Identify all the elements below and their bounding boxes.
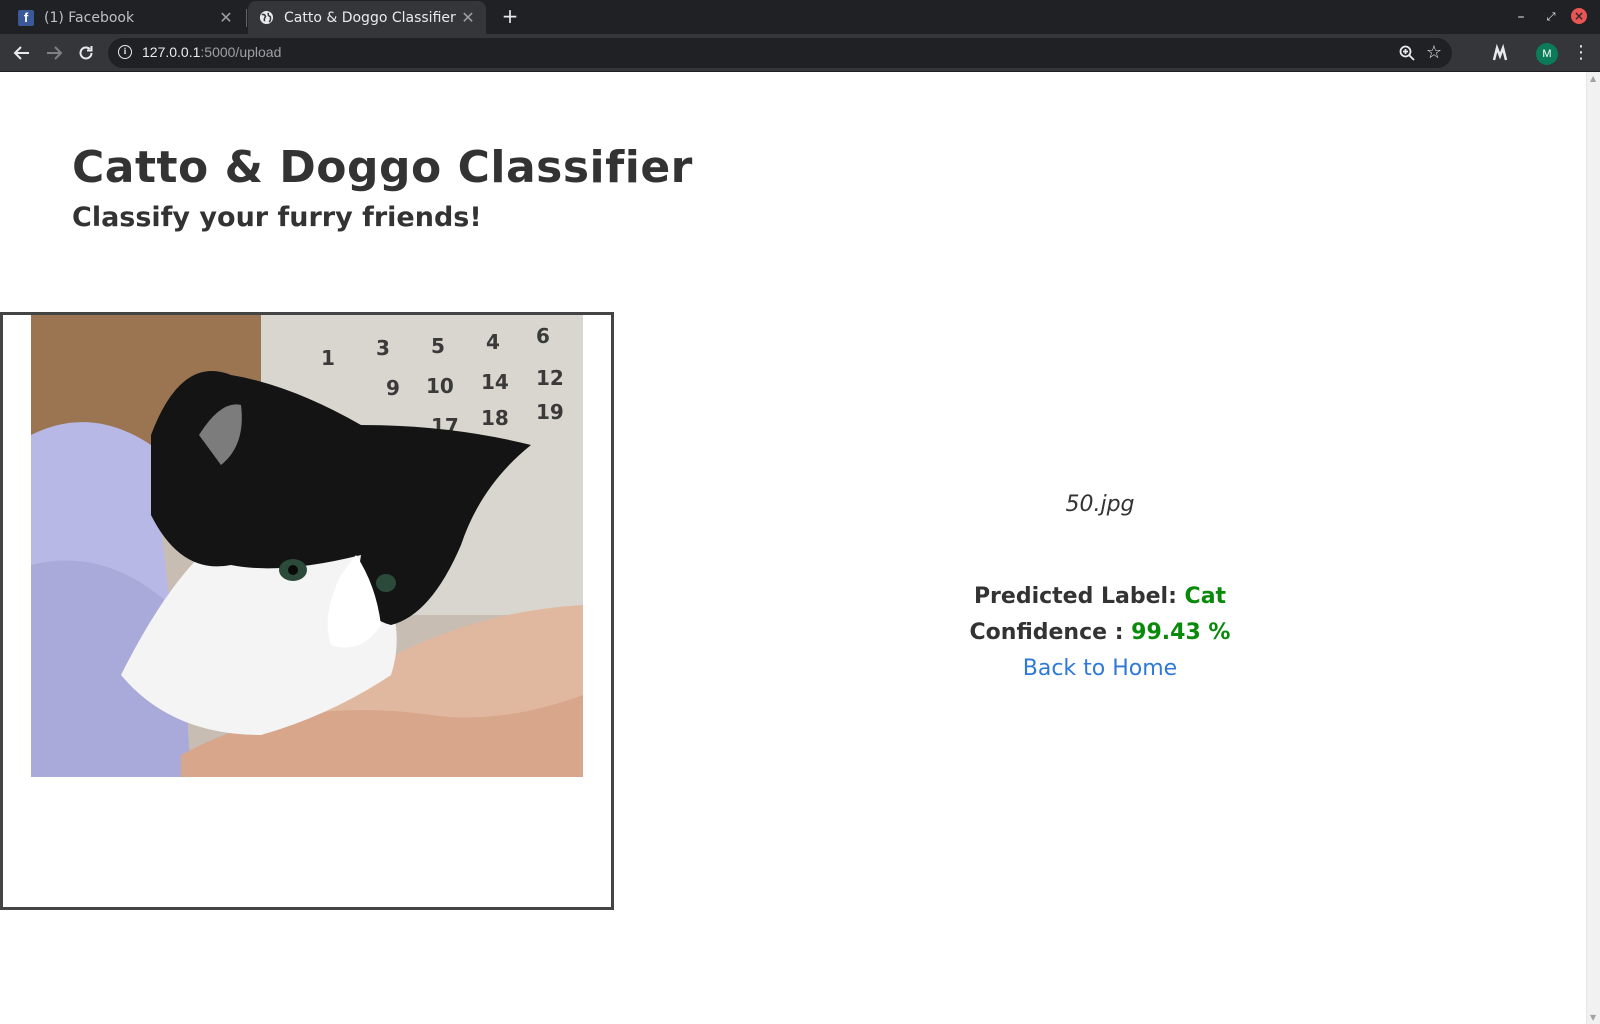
new-tab-button[interactable]: + xyxy=(498,5,522,29)
prediction-result: 50.jpg Predicted Label: Cat Confidence :… xyxy=(800,492,1400,687)
uploaded-filename: 50.jpg xyxy=(1065,492,1135,517)
extension-icon[interactable] xyxy=(1490,43,1510,64)
bookmark-star-icon[interactable]: ☆ xyxy=(1426,42,1442,63)
back-to-home-link[interactable]: Back to Home xyxy=(1023,651,1177,687)
svg-text:3: 3 xyxy=(376,336,390,360)
forward-arrow-icon[interactable] xyxy=(40,39,68,67)
svg-text:12: 12 xyxy=(536,366,564,390)
svg-text:14: 14 xyxy=(481,370,509,394)
url-path: :5000/upload xyxy=(200,44,282,60)
svg-text:19: 19 xyxy=(536,400,564,424)
predicted-label-row: Predicted Label: Cat xyxy=(800,579,1400,615)
svg-text:6: 6 xyxy=(536,324,550,348)
menu-dots-icon[interactable]: ⋮ xyxy=(1572,43,1590,63)
scroll-down-arrow-icon[interactable]: ▼ xyxy=(1590,1013,1596,1022)
tab-facebook[interactable]: f (1) Facebook ✕ xyxy=(8,1,244,34)
back-arrow-icon[interactable] xyxy=(8,39,36,67)
page-viewport: Catto & Doggo Classifier Classify your f… xyxy=(0,72,1586,1024)
predicted-label-value: Cat xyxy=(1184,584,1227,609)
tab-title: Catto & Doggo Classifier xyxy=(284,9,456,26)
tab-strip: f (1) Facebook ✕ Catto & Doggo Classifie… xyxy=(0,0,1600,34)
browser-toolbar: i 127.0.0.1:5000/upload ☆ M ⋮ xyxy=(0,34,1600,72)
svg-text:1: 1 xyxy=(321,346,335,370)
svg-text:5: 5 xyxy=(431,334,445,358)
url-host: 127.0.0.1 xyxy=(142,44,201,60)
globe-icon xyxy=(258,10,274,26)
vertical-scrollbar[interactable]: ▲ ▼ xyxy=(1586,72,1600,1024)
reload-icon[interactable] xyxy=(72,39,100,67)
confidence-caption: Confidence : xyxy=(969,620,1132,645)
window-close-icon[interactable]: × xyxy=(1571,8,1587,24)
svg-text:10: 10 xyxy=(426,374,454,398)
close-icon[interactable]: ✕ xyxy=(218,8,234,27)
url-text: 127.0.0.1:5000/upload xyxy=(142,44,281,60)
page-subtitle: Classify your furry friends! xyxy=(72,202,482,233)
restore-icon[interactable]: ⤢ xyxy=(1541,7,1561,27)
confidence-row: Confidence : 99.43 % xyxy=(800,615,1400,651)
svg-text:9: 9 xyxy=(386,376,400,400)
predicted-label-caption: Predicted Label: xyxy=(973,584,1185,609)
tab-classifier[interactable]: Catto & Doggo Classifier ✕ xyxy=(248,1,486,34)
svg-text:18: 18 xyxy=(481,406,509,430)
scroll-up-arrow-icon[interactable]: ▲ xyxy=(1590,74,1596,83)
zoom-icon[interactable] xyxy=(1398,44,1416,62)
info-icon[interactable]: i xyxy=(118,45,132,59)
facebook-icon: f xyxy=(18,9,34,26)
confidence-value: 99.43 % xyxy=(1131,620,1231,645)
svg-text:4: 4 xyxy=(486,330,500,354)
address-bar[interactable]: i 127.0.0.1:5000/upload ☆ xyxy=(108,38,1452,68)
uploaded-cat-image: 13546 9 10 14 12 17 18 19 xyxy=(31,315,583,777)
page-title: Catto & Doggo Classifier xyxy=(72,142,693,193)
tab-divider xyxy=(246,9,247,27)
close-icon[interactable]: ✕ xyxy=(460,8,476,27)
minimize-icon[interactable]: – xyxy=(1511,7,1531,27)
tab-title: (1) Facebook xyxy=(44,9,135,26)
uploaded-image-frame: 13546 9 10 14 12 17 18 19 xyxy=(0,312,614,910)
profile-avatar[interactable]: M xyxy=(1536,43,1558,65)
